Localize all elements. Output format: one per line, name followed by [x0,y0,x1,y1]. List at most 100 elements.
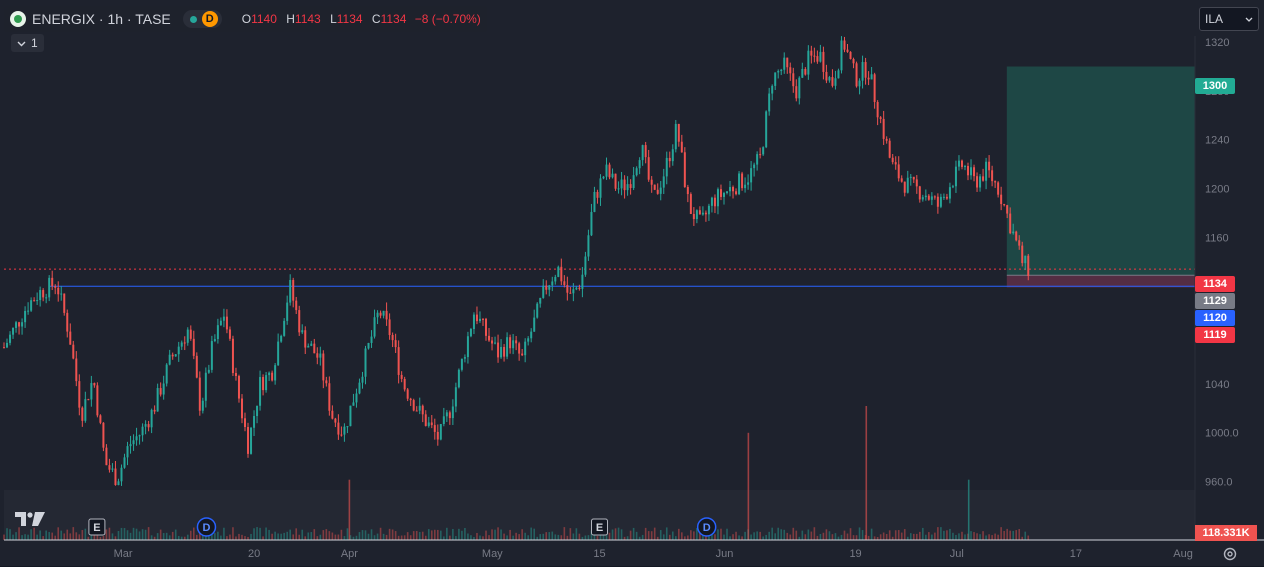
volume-bar [840,534,843,540]
volume-bar [629,530,632,540]
volume-bar [620,529,623,540]
volume-bar [882,532,885,540]
volume-spike-bar [865,406,868,540]
volume-bar [433,529,436,540]
volume-bar [1027,535,1030,540]
volume-bar [768,531,770,540]
candle-body [855,63,858,87]
candle-body [1009,213,1012,234]
candle-body [991,170,994,182]
volume-bar [229,534,231,540]
candle-body [271,372,274,381]
candle-body [665,157,668,177]
candle-body [126,446,129,458]
volume-bar [596,535,599,540]
dividend-badge[interactable]: D [201,11,218,27]
candle-body [60,293,63,295]
volume-bar [250,533,252,540]
volume-bar [430,530,433,540]
symbol-title[interactable]: ENERGIX · 1h · TASE [32,11,171,27]
price-chart[interactable]: 13201280124012001160108010401000.0960.0M… [0,0,1264,566]
candle-body [1000,194,1003,205]
candle-body [427,422,430,426]
volume-bar [388,528,391,540]
volume-bar [355,535,358,540]
volume-bar [464,527,466,540]
candle-body [915,179,918,187]
volume-bar [979,534,981,540]
candle-body [722,192,725,197]
volume-bar [786,532,789,540]
candle-body [313,343,316,354]
candle-body [632,175,635,189]
currency-label: ILA [1205,12,1224,26]
candle-body [198,377,201,411]
volume-bar [813,527,816,540]
settings-gear-icon[interactable] [1222,546,1238,562]
volume-bar [437,529,439,540]
volume-bar [241,534,243,540]
candle-body [545,285,548,290]
candle-body [352,402,355,406]
volume-bar [24,534,26,540]
chevron-down-icon [1245,12,1253,26]
volume-bar [843,530,846,540]
x-tick-label: Mar [114,548,133,560]
volume-bar [256,527,258,540]
candle-body [165,364,168,384]
volume-bar [678,528,680,540]
candle-body [382,310,385,316]
candle-body [18,322,21,327]
candle-body [551,281,554,286]
volume-bar [126,530,129,540]
candle-body [358,382,361,394]
candle-body [587,235,590,257]
tradingview-logo-icon[interactable] [14,510,46,533]
candle-body [403,378,406,390]
candle-body [75,358,78,382]
candle-body [626,184,629,191]
indicator-collapse-button[interactable]: 1 [11,34,44,52]
candle-body [162,383,165,395]
volume-bar [467,533,469,540]
candle-body [635,168,638,176]
volume-bar [819,533,822,540]
candle-body [945,196,948,199]
candle-body [533,317,536,332]
volume-bar [888,530,891,540]
candle-body [240,398,243,419]
candle-body [894,162,897,165]
candle-body [668,157,671,162]
candle-body [789,67,792,74]
candle-body [629,184,632,189]
volume-bar [3,534,5,540]
candle-body [207,369,210,373]
market-status-pill[interactable]: D [182,10,222,28]
volume-bar [382,533,385,540]
volume-bar [897,530,900,540]
candle-body [771,85,774,94]
volume-bar [991,535,993,540]
candle-body [750,168,753,183]
candle-body [792,73,795,87]
volume-bar [485,530,487,540]
candle-body [554,276,557,282]
candle-body [310,343,313,346]
volume-bar [759,531,761,540]
candle-body [569,292,572,294]
candle-body [596,191,599,198]
dividend-marker-label: D [703,522,711,534]
volume-bar [506,535,508,540]
close-value: 1134 [380,12,407,26]
volume-bar [488,535,490,540]
candle-body [21,322,24,327]
candle-body [801,68,804,78]
high-value: 1143 [294,12,321,26]
candle-body [653,184,656,190]
candle-body [280,335,283,342]
volume-bar [515,532,517,540]
currency-select[interactable]: ILA [1199,7,1259,31]
last-price-tag: 1134 [1195,276,1235,292]
volume-bar [358,532,361,540]
volume-bar [376,533,379,540]
